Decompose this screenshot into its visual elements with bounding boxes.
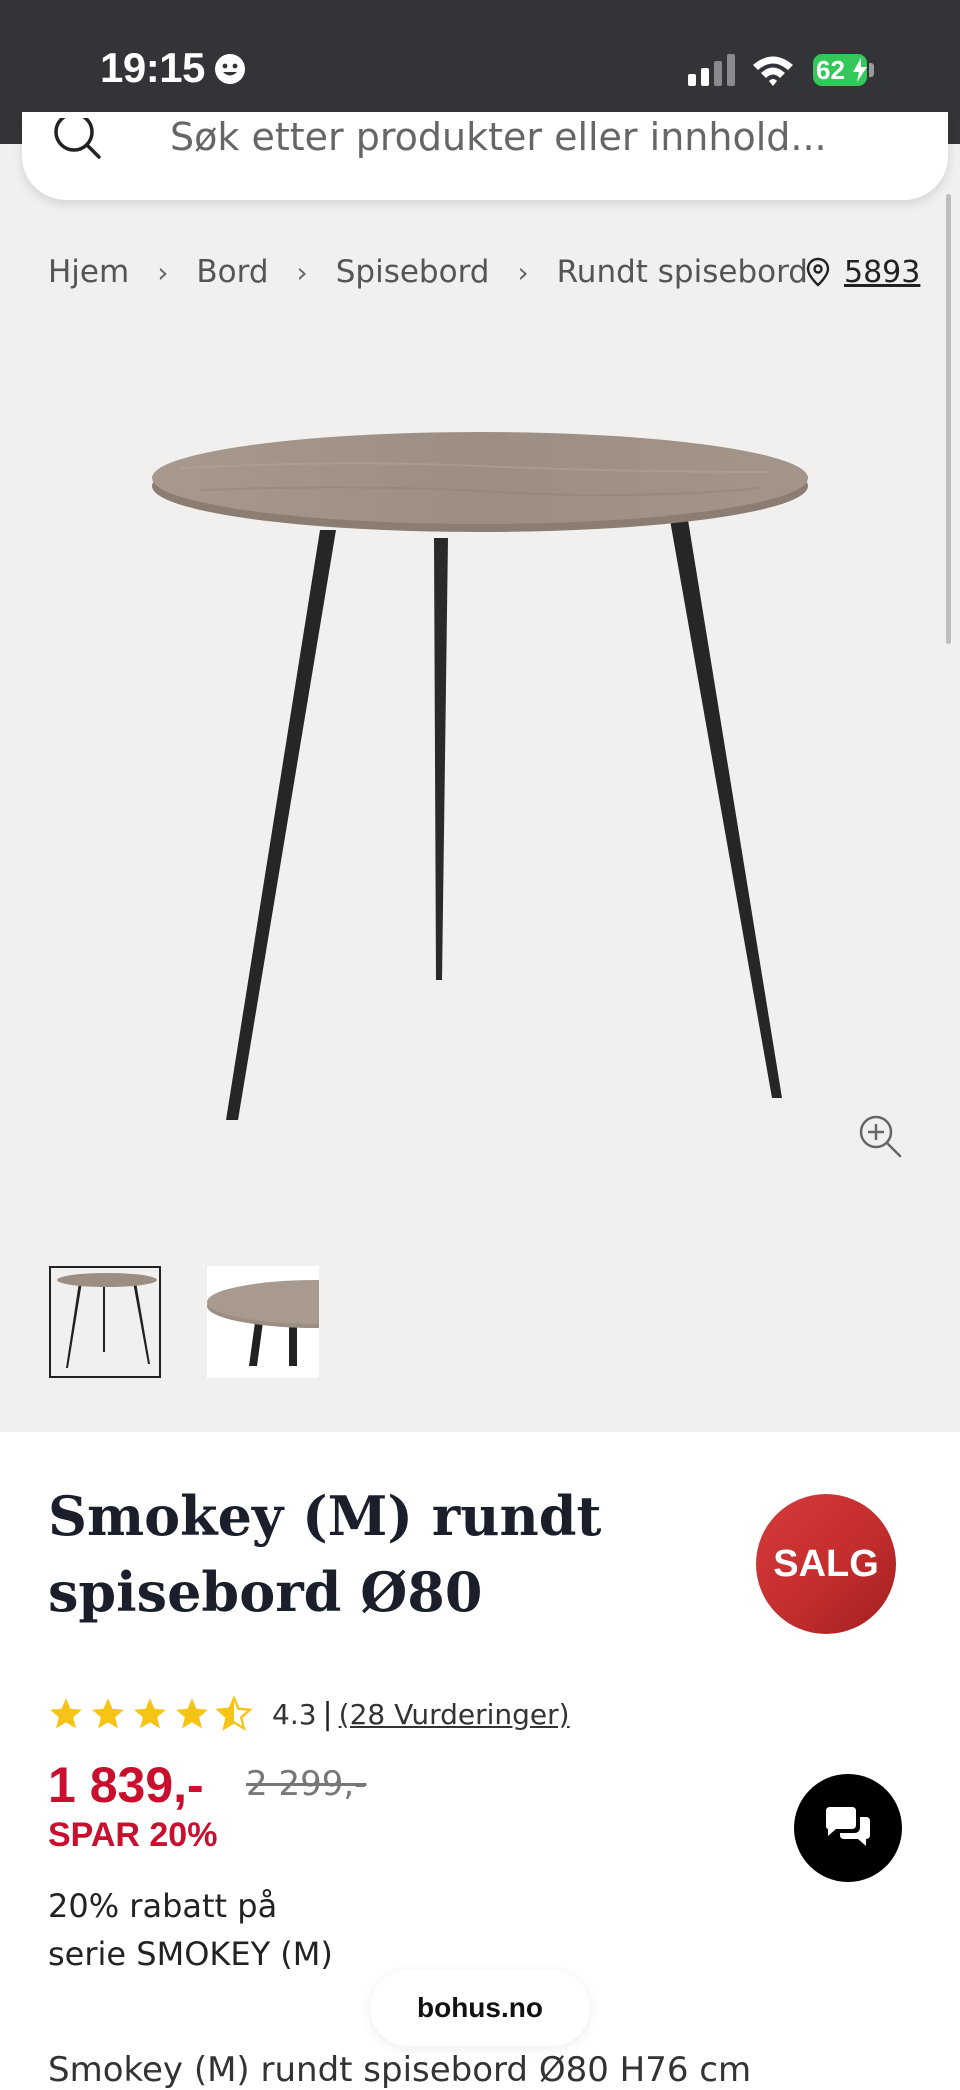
charging-bolt-icon: [853, 58, 867, 82]
rating-separator: |: [322, 1696, 333, 1732]
sale-badge: SALG: [756, 1494, 896, 1634]
thumbnail-2-image: [207, 1266, 319, 1378]
reviews-link[interactable]: (28 Vurderinger): [339, 1698, 570, 1731]
series-discount: 20% rabatt på serie SMOKEY (M): [48, 1882, 408, 1978]
smiley-icon: [215, 54, 245, 84]
star-icon: [50, 1698, 82, 1729]
scrollbar[interactable]: [946, 194, 951, 644]
star-icon: [92, 1698, 124, 1729]
breadcrumb: Hjem › Bord › Spisebord › Rundt spisebor…: [48, 248, 808, 296]
location-pin-icon: [806, 257, 830, 287]
thumbnail-2[interactable]: [207, 1266, 319, 1378]
address-bar-url[interactable]: bohus.no: [370, 1970, 590, 2046]
chat-icon: [826, 1807, 870, 1846]
breadcrumb-item-hjem[interactable]: Hjem: [48, 254, 129, 290]
product-title: Smokey (M) rundt spisebord Ø80: [48, 1478, 668, 1630]
wifi-icon: [753, 56, 793, 86]
thumbnail-1-image: [57, 1273, 157, 1368]
product-title-line1: Smokey (M) rundt: [48, 1484, 602, 1548]
chevron-right-icon: ›: [517, 255, 529, 289]
star-half-icon: [216, 1696, 252, 1731]
battery-cap: [869, 63, 874, 77]
breadcrumb-item-bord[interactable]: Bord: [196, 254, 268, 290]
chevron-right-icon: ›: [157, 255, 169, 289]
zoom-in-icon[interactable]: [858, 1114, 904, 1160]
product-title-line2: spisebord Ø80: [48, 1560, 483, 1624]
rating-row: 4.3 | (28 Vurderinger): [48, 1694, 570, 1734]
series-discount-line1: 20% rabatt på: [48, 1887, 278, 1925]
search-bar[interactable]: Søk etter produkter eller innhold...: [22, 112, 948, 200]
breadcrumb-item-rundt-spisebord[interactable]: Rundt spisebord: [557, 254, 808, 290]
cellular-signal-icon: [688, 54, 735, 86]
old-price: 2 299,-: [246, 1764, 367, 1804]
thumbnail-1[interactable]: [49, 1266, 161, 1378]
star-icon: [176, 1698, 208, 1729]
star-icon: [134, 1698, 166, 1729]
product-description: Smokey (M) rundt spisebord Ø80 H76 cm: [48, 2050, 752, 2090]
search-input[interactable]: Søk etter produkter eller innhold...: [170, 112, 827, 192]
rating-value: 4.3: [272, 1697, 317, 1731]
chat-button[interactable]: [794, 1774, 902, 1882]
location-postcode[interactable]: 5893: [844, 255, 920, 290]
product-image[interactable]: [140, 430, 820, 1130]
breadcrumb-item-spisebord[interactable]: Spisebord: [336, 254, 490, 290]
current-price: 1 839,-: [48, 1757, 204, 1813]
save-label: SPAR 20%: [48, 1816, 218, 1854]
store-location[interactable]: 5893: [806, 248, 920, 296]
status-time: 19:15: [100, 44, 205, 91]
search-icon: [54, 118, 101, 159]
series-discount-line2: serie SMOKEY (M): [48, 1935, 333, 1973]
rating-stars: [48, 1696, 252, 1732]
chevron-right-icon: ›: [296, 255, 308, 289]
